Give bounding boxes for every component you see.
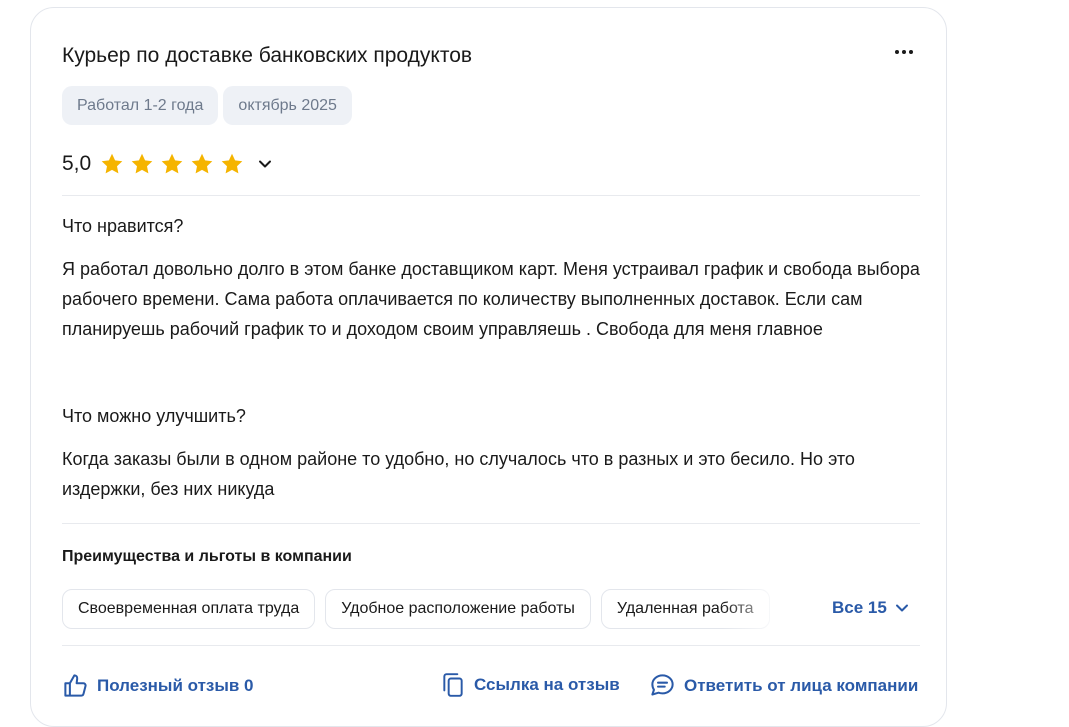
divider xyxy=(62,195,920,196)
benefit-chip[interactable]: Удобное расположение работы xyxy=(325,589,591,629)
all-benefits-label: Все 15 xyxy=(832,598,887,617)
star-icon xyxy=(220,152,244,176)
reply-label: Ответить от лица компании xyxy=(684,675,919,695)
rating-value: 5,0 xyxy=(62,152,92,175)
benefits-chips: Своевременная оплата труда Удобное распо… xyxy=(62,589,802,629)
all-benefits-button[interactable]: Все 15 xyxy=(832,598,909,618)
rating: 5,0 xyxy=(62,152,272,176)
star-icon xyxy=(160,152,184,176)
improve-text: Когда заказы были в одном районе то удоб… xyxy=(62,449,855,499)
star-icon xyxy=(130,152,154,176)
chips-fade xyxy=(722,589,802,629)
chevron-down-icon[interactable] xyxy=(258,157,272,171)
rating-stars xyxy=(100,152,244,176)
review-card: Курьер по доставке банковских продуктов … xyxy=(30,7,947,727)
benefit-chip[interactable]: Своевременная оплата труда xyxy=(62,589,316,629)
copy-link-label: Ссылка на отзыв xyxy=(474,675,620,694)
review-tags: Работал 1-2 года октябрь 2025 xyxy=(62,86,352,125)
divider xyxy=(62,523,920,524)
review-title: Курьер по доставке банковских продуктов xyxy=(62,44,473,67)
chevron-down-icon xyxy=(895,604,908,612)
benefits-heading: Преимущества и льготы в компании xyxy=(62,548,352,565)
tag-experience: Работал 1-2 года xyxy=(62,86,219,125)
improve-heading: Что можно улучшить? xyxy=(62,406,246,426)
helpful-button[interactable]: Полезный отзыв 0 xyxy=(62,672,254,699)
reply-button[interactable]: Ответить от лица компании xyxy=(649,672,918,699)
likes-text: Я работал довольно долго в этом банке до… xyxy=(62,259,920,339)
helpful-label: Полезный отзыв 0 xyxy=(97,675,254,695)
more-icon[interactable] xyxy=(889,40,919,64)
chat-icon xyxy=(651,674,674,696)
star-icon xyxy=(100,152,124,176)
tag-date: октябрь 2025 xyxy=(223,86,352,125)
thumbs-up-icon xyxy=(64,674,87,697)
likes-heading: Что нравится? xyxy=(62,216,184,236)
copy-link-button[interactable]: Ссылка на отзыв xyxy=(440,672,620,698)
star-icon xyxy=(190,152,214,176)
copy-icon xyxy=(443,673,463,697)
divider xyxy=(62,645,920,646)
